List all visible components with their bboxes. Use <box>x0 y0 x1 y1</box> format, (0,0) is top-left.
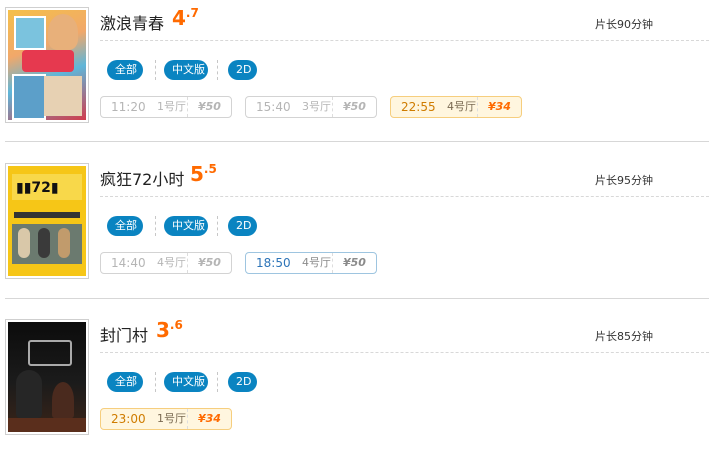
showtime-time: 22:55 <box>401 100 436 114</box>
showtime-hall: 3号厅 <box>302 100 331 113</box>
showtime-price: ¥50 <box>343 100 366 113</box>
divider <box>100 40 709 41</box>
showtime-hall: 1号厅 <box>157 412 186 425</box>
divider <box>100 352 709 353</box>
showtime-slot[interactable]: 14:40 4号厅 ¥50 <box>100 252 232 274</box>
showtime-hall: 4号厅 <box>302 256 331 269</box>
score-decimal: .6 <box>169 318 183 332</box>
tag-all[interactable]: 全部 <box>107 60 143 80</box>
tag-all[interactable]: 全部 <box>107 372 143 392</box>
poster-image[interactable] <box>5 7 89 123</box>
tag-separator <box>155 216 156 236</box>
movie-score: 4.7 <box>172 6 199 30</box>
score-decimal: .5 <box>203 162 217 176</box>
showtime-time: 18:50 <box>256 256 291 270</box>
showtime-slot[interactable]: 23:00 1号厅 ¥34 <box>100 408 232 430</box>
showtime-time: 15:40 <box>256 100 291 114</box>
showtime-time: 11:20 <box>111 100 146 114</box>
tag-chinese-version[interactable]: 中文版 <box>164 216 208 236</box>
divider <box>100 196 709 197</box>
showtime-hall: 4号厅 <box>447 100 476 113</box>
tag-all[interactable]: 全部 <box>107 216 143 236</box>
tag-2d[interactable]: 2D <box>228 216 257 236</box>
tag-separator <box>155 372 156 392</box>
movie-separator <box>5 141 709 142</box>
showtime-price: ¥34 <box>198 412 221 425</box>
slot-separator <box>187 97 188 117</box>
tag-2d[interactable]: 2D <box>228 372 257 392</box>
slot-separator <box>332 253 333 273</box>
movie-card: 封门村 3.6 片长85分钟 全部 中文版 2D 23:00 1号厅 ¥34 <box>0 318 719 458</box>
score-integer: 3 <box>156 318 170 342</box>
movie-duration: 片长95分钟 <box>595 174 653 187</box>
showtime-price: ¥50 <box>343 256 366 269</box>
showtime-slot[interactable]: 18:50 4号厅 ¥50 <box>245 252 377 274</box>
movie-score: 3.6 <box>156 318 183 342</box>
score-integer: 4 <box>172 6 186 30</box>
poster-image[interactable] <box>5 319 89 435</box>
tag-separator <box>217 372 218 392</box>
score-integer: 5 <box>190 162 204 186</box>
showtime-price: ¥50 <box>198 256 221 269</box>
showtime-time: 14:40 <box>111 256 146 270</box>
tag-separator <box>217 216 218 236</box>
score-decimal: .7 <box>185 6 199 20</box>
tag-separator <box>155 60 156 80</box>
movie-title[interactable]: 封门村 <box>100 322 148 346</box>
slot-separator <box>477 97 478 117</box>
showtime-hall: 4号厅 <box>157 256 186 269</box>
movie-duration: 片长90分钟 <box>595 18 653 31</box>
showtime-hall: 1号厅 <box>157 100 186 113</box>
tag-chinese-version[interactable]: 中文版 <box>164 372 208 392</box>
tag-chinese-version[interactable]: 中文版 <box>164 60 208 80</box>
movie-separator <box>5 298 709 299</box>
slot-separator <box>187 409 188 429</box>
movie-score: 5.5 <box>190 162 217 186</box>
tag-separator <box>217 60 218 80</box>
slot-separator <box>332 97 333 117</box>
movie-title[interactable]: 激浪青春 <box>100 10 164 34</box>
tag-2d[interactable]: 2D <box>228 60 257 80</box>
movie-duration: 片长85分钟 <box>595 330 653 343</box>
showtime-price: ¥50 <box>198 100 221 113</box>
movie-card: ▮▮72▮ 疯狂72小时 5.5 片长95分钟 全部 中文版 2D 14:40 … <box>0 162 719 302</box>
slot-separator <box>187 253 188 273</box>
showtime-time: 23:00 <box>111 412 146 426</box>
showtime-price: ¥34 <box>488 100 511 113</box>
showtime-slot[interactable]: 22:55 4号厅 ¥34 <box>390 96 522 118</box>
movie-card: 激浪青春 4.7 片长90分钟 全部 中文版 2D 11:20 1号厅 ¥50 … <box>0 6 719 146</box>
movie-title[interactable]: 疯狂72小时 <box>100 166 184 190</box>
poster-image[interactable]: ▮▮72▮ <box>5 163 89 279</box>
showtime-slot[interactable]: 15:40 3号厅 ¥50 <box>245 96 377 118</box>
showtime-slot[interactable]: 11:20 1号厅 ¥50 <box>100 96 232 118</box>
